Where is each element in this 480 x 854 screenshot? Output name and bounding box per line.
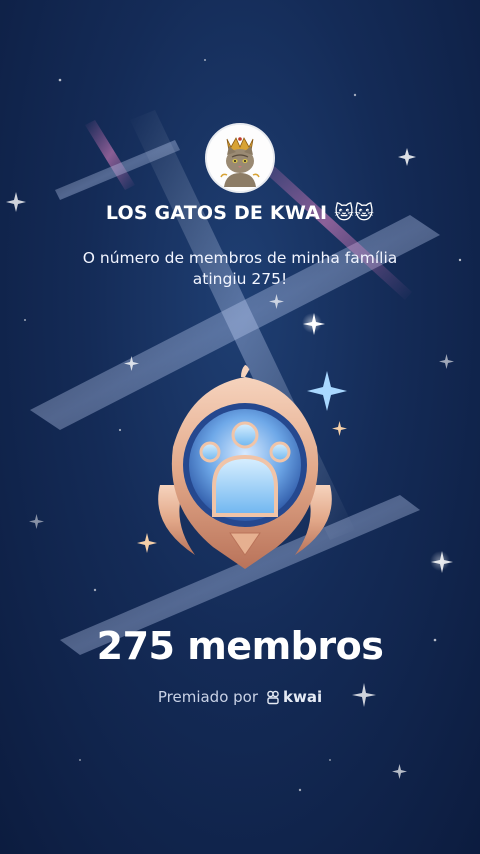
cat-king-icon bbox=[207, 125, 273, 191]
family-name: LOS GATOS DE KWAI 🐱🐱 bbox=[105, 202, 375, 224]
kwai-logo-icon bbox=[267, 690, 279, 704]
brand-name: kwai bbox=[283, 688, 323, 706]
family-members-badge-icon bbox=[137, 365, 347, 569]
award-line: Premiado por kwai bbox=[0, 688, 480, 706]
member-count: 275 membros bbox=[96, 624, 384, 668]
achievement-message: O número de membros de minha família ati… bbox=[82, 249, 398, 288]
kwai-brand: kwai bbox=[266, 688, 322, 706]
award-prefix: Premiado por bbox=[157, 688, 259, 706]
family-avatar[interactable] bbox=[207, 125, 273, 191]
